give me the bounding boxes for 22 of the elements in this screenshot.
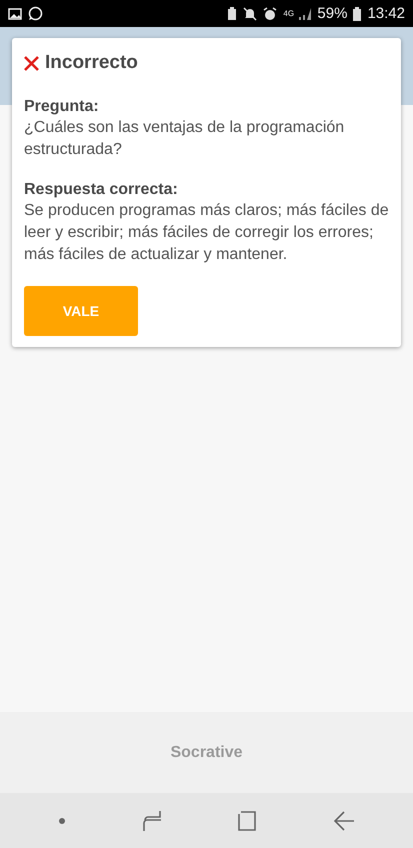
chat-icon [28, 6, 43, 21]
section-heading: Pregunta: [24, 97, 100, 117]
cross-icon [24, 56, 39, 70]
recent-apps-icon[interactable] [142, 810, 162, 832]
dot-icon[interactable] [58, 816, 66, 824]
mute-icon [243, 6, 258, 20]
clock: 13:42 [367, 5, 405, 22]
section-text: ¿Cuáles son las ventajas de la programación estructurada? [24, 118, 346, 160]
app-brand: Socrative [170, 744, 243, 762]
alarm-icon [263, 6, 278, 20]
ok-button[interactable]: VALE [24, 286, 138, 336]
battery-saver-icon [227, 6, 238, 20]
network-label: 4G [283, 10, 294, 18]
home-icon[interactable] [237, 810, 258, 832]
battery-icon [353, 6, 362, 20]
section-heading: Respuesta correcta: [24, 180, 179, 200]
back-icon[interactable] [333, 810, 356, 830]
battery-level: 59% [317, 5, 348, 22]
gallery-icon [8, 8, 22, 20]
dialog-title: Incorrecto [45, 52, 138, 74]
signal-icon [299, 8, 312, 20]
section-text: Se producen programas más claros; más fáciles de leer y escribir; más fáciles de corregir los errores; más fáciles de actualizar y mantener. [24, 201, 389, 265]
